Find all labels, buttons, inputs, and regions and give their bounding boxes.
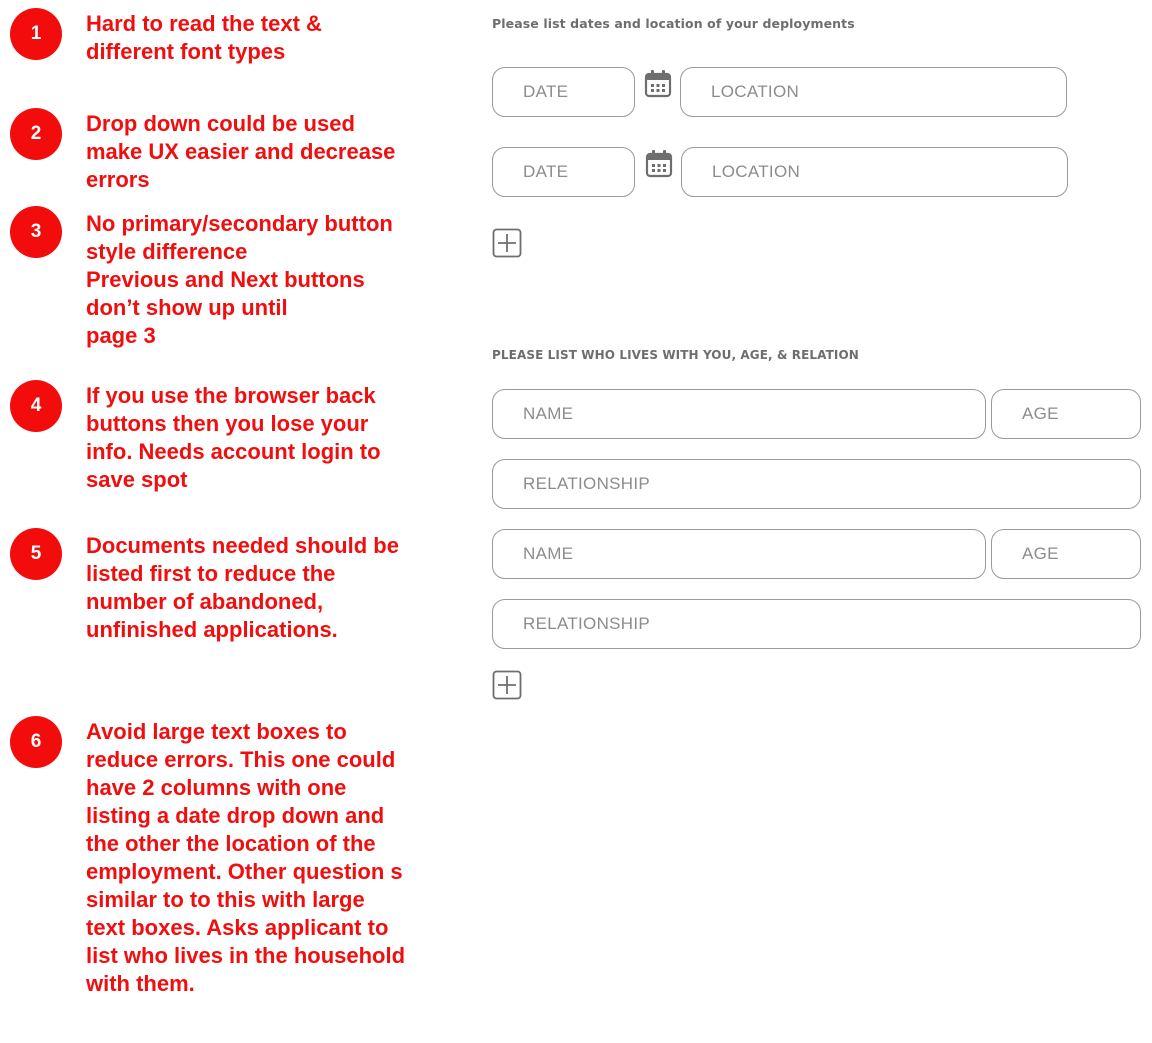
annotation-text-6: Avoid large text boxes to reduce errors.…: [86, 719, 406, 996]
household-name-field-2[interactable]: [492, 529, 986, 579]
annotation-badge-1: 1: [10, 8, 62, 60]
annotation-badge-4: 4: [10, 380, 62, 432]
annotation-badge-3: 3: [10, 206, 62, 258]
add-household-member-plus-icon[interactable]: [492, 670, 522, 700]
annotation-text-5: Documents needed should be listed first …: [86, 533, 399, 642]
deployment-date-field-2[interactable]: [492, 147, 635, 197]
household-age-input-2[interactable]: [1022, 544, 1140, 564]
household-age-field-2[interactable]: [991, 529, 1141, 579]
annotation-badge-2: 2: [10, 108, 62, 160]
annotation-badge-6: 6: [10, 716, 62, 768]
annotation-text-3: No primary/secondary button style differ…: [86, 211, 393, 348]
annotation-text-1: Hard to read the text & different font t…: [86, 11, 322, 64]
deployment-date-input-2[interactable]: [523, 162, 634, 182]
deployment-date-input-1[interactable]: [523, 82, 634, 102]
annotation-badge-5: 5: [10, 528, 62, 580]
household-relationship-input-2[interactable]: [523, 614, 1140, 634]
household-name-input-1[interactable]: [523, 404, 985, 424]
deployments-title: Please list dates and location of your d…: [492, 16, 855, 31]
add-deployment-plus-icon[interactable]: [492, 228, 522, 258]
household-relationship-field-1[interactable]: [492, 459, 1141, 509]
deployment-location-input-1[interactable]: [711, 82, 1066, 102]
household-relationship-field-2[interactable]: [492, 599, 1141, 649]
deployment-date-field-1[interactable]: [492, 67, 635, 117]
household-title: PLEASE LIST WHO LIVES WITH YOU, AGE, & R…: [492, 348, 859, 362]
deployment-location-field-2[interactable]: [681, 147, 1068, 197]
annotation-text-2: Drop down could be used make UX easier a…: [86, 111, 396, 192]
household-age-input-1[interactable]: [1022, 404, 1140, 424]
household-name-field-1[interactable]: [492, 389, 986, 439]
deployment-location-field-1[interactable]: [680, 67, 1067, 117]
household-name-input-2[interactable]: [523, 544, 985, 564]
household-age-field-1[interactable]: [991, 389, 1141, 439]
calendar-icon[interactable]: [644, 149, 674, 179]
calendar-icon[interactable]: [643, 69, 673, 99]
deployment-location-input-2[interactable]: [712, 162, 1067, 182]
household-relationship-input-1[interactable]: [523, 474, 1140, 494]
annotation-text-4: If you use the browser back buttons then…: [86, 383, 381, 492]
